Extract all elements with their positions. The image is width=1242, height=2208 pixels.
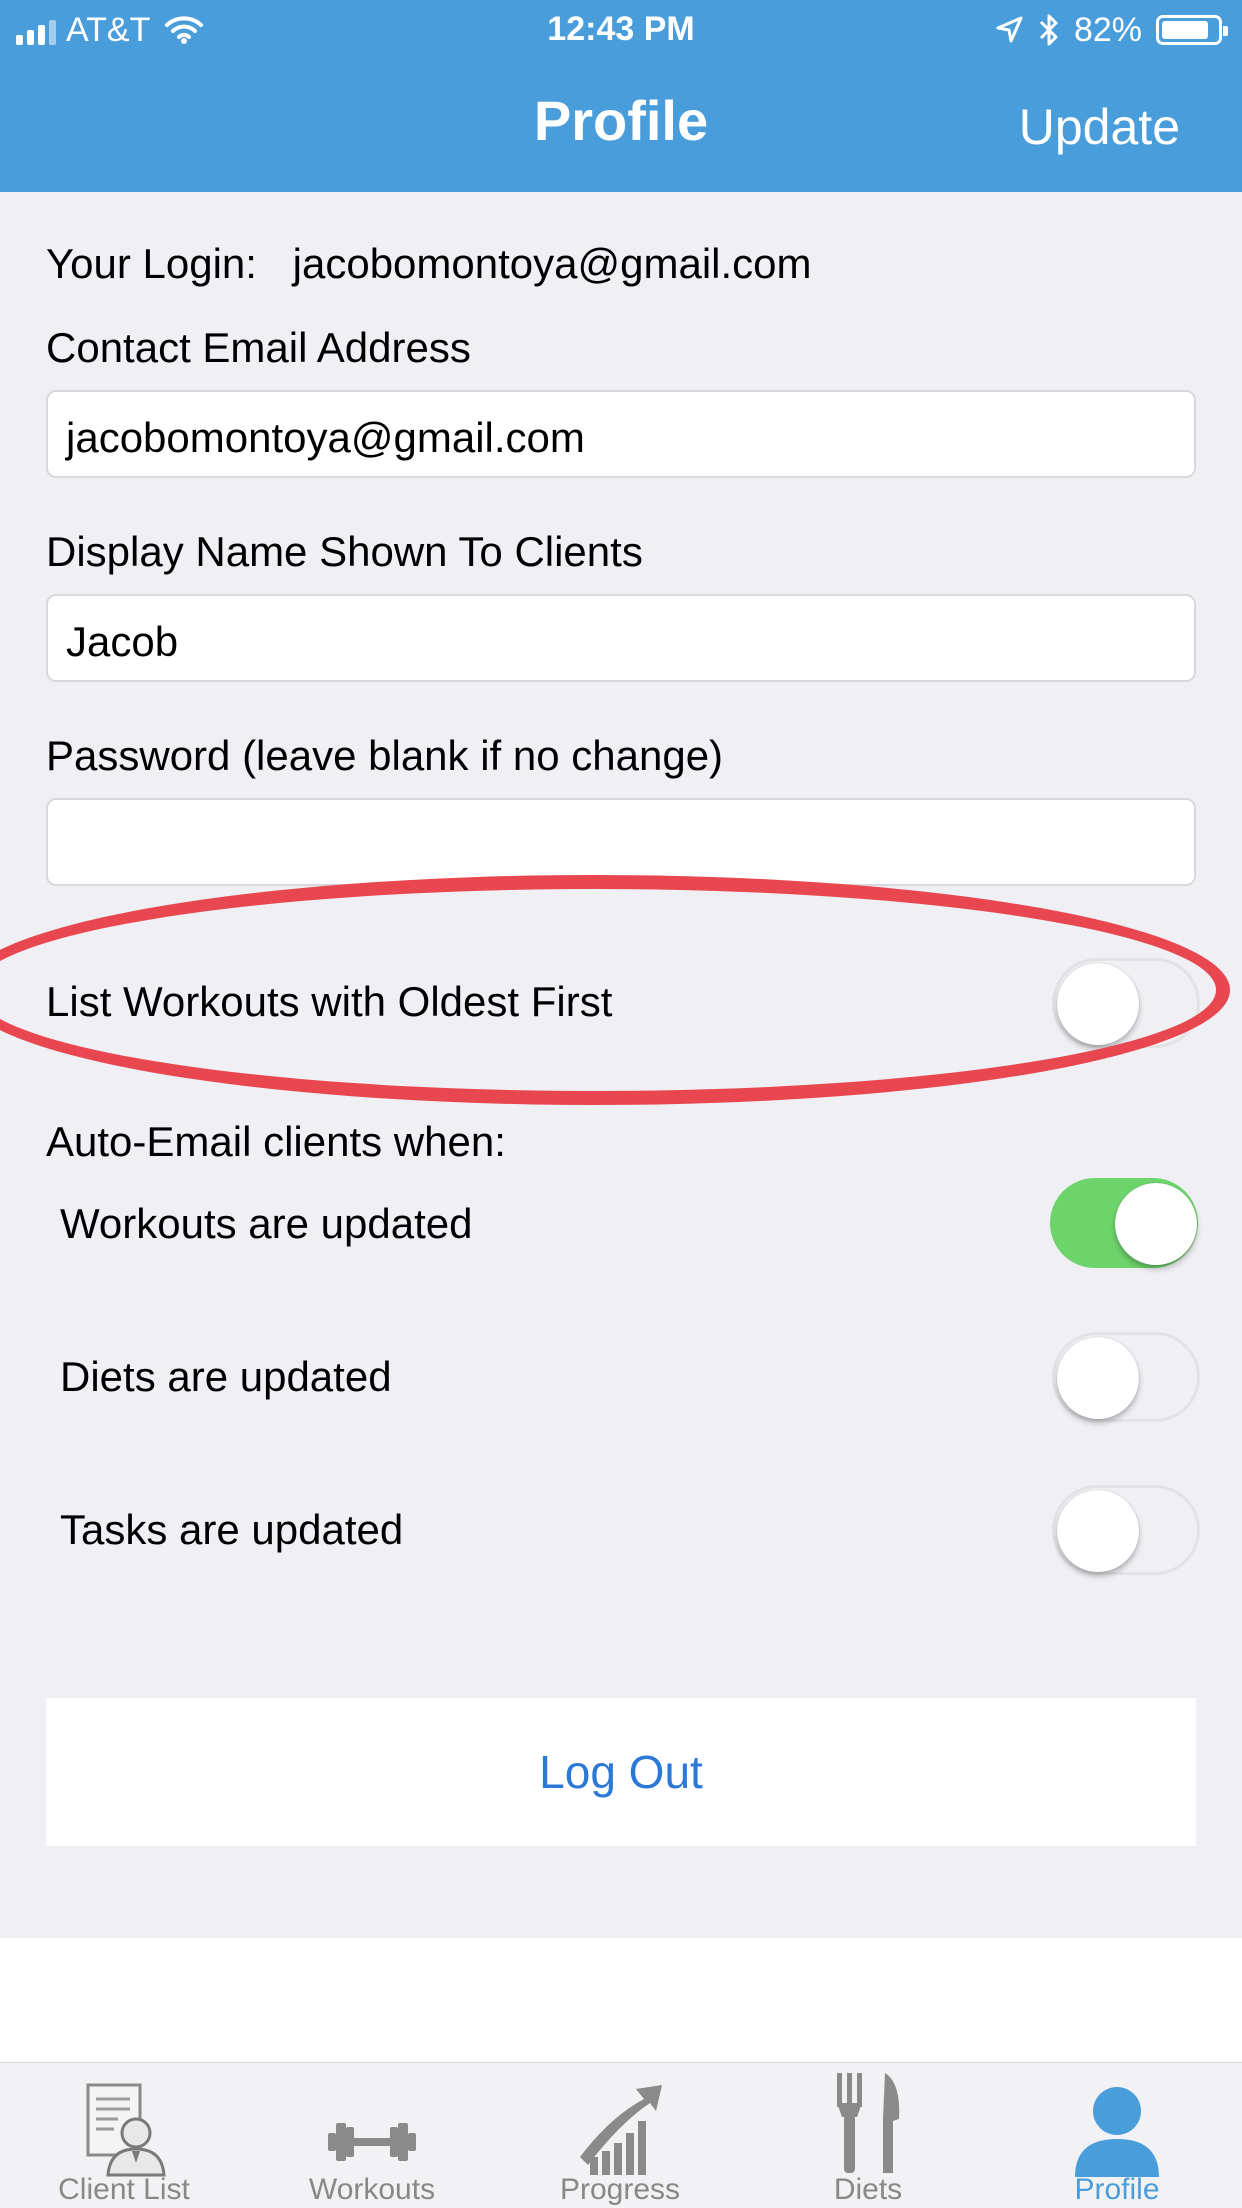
logout-button[interactable]: Log Out xyxy=(46,1698,1196,1846)
auto-email-workouts-toggle[interactable] xyxy=(1050,1178,1198,1268)
auto-email-heading: Auto-Email clients when: xyxy=(46,1118,506,1165)
navigation-bar: AT&T 12:43 PM 82% Profile Update xyxy=(0,0,1242,192)
tab-diets[interactable]: Diets xyxy=(744,2063,992,2208)
tab-client-list[interactable]: Client List xyxy=(0,2063,248,2208)
progress-chart-icon xyxy=(580,2085,662,2175)
tab-label: Workouts xyxy=(308,2173,436,2206)
highlight-ring xyxy=(0,875,1230,1105)
status-bar: AT&T 12:43 PM 82% xyxy=(0,0,1242,60)
login-label: Your Login: xyxy=(46,240,257,287)
login-value: jacobomontoya@gmail.com xyxy=(292,240,812,287)
fork-knife-icon xyxy=(837,2073,900,2173)
tab-label: Client List xyxy=(58,2173,190,2206)
auto-email-diets-label: Diets are updated xyxy=(60,1353,392,1400)
person-icon xyxy=(1075,2087,1159,2177)
auto-email-diets-toggle[interactable] xyxy=(1052,1332,1200,1422)
status-right: 82% xyxy=(994,10,1228,50)
tab-bar: Client List Workouts Progress Diets Prof… xyxy=(0,2062,1242,2208)
auto-email-tasks-toggle[interactable] xyxy=(1052,1485,1200,1575)
tab-workouts[interactable]: Workouts xyxy=(248,2063,496,2208)
tab-label: Diets xyxy=(833,2173,903,2206)
auto-email-workouts-label: Workouts are updated xyxy=(60,1200,473,1247)
password-field[interactable] xyxy=(46,798,1196,886)
login-row: Your Login: jacobomontoya@gmail.com xyxy=(46,240,812,288)
toggle-knob xyxy=(1057,1490,1139,1572)
tab-progress[interactable]: Progress xyxy=(496,2063,744,2208)
profile-form: Your Login: jacobomontoya@gmail.com Cont… xyxy=(0,192,1242,1938)
update-button[interactable]: Update xyxy=(1019,98,1180,156)
dumbbell-icon xyxy=(328,2123,416,2161)
display-name-field[interactable]: Jacob xyxy=(46,594,1196,682)
tab-profile[interactable]: Profile xyxy=(992,2063,1242,2208)
tab-label: Profile xyxy=(1074,2173,1160,2206)
auto-email-tasks-label: Tasks are updated xyxy=(60,1506,404,1553)
client-list-icon xyxy=(86,2083,166,2177)
location-arrow-icon xyxy=(996,16,1023,43)
contact-email-label: Contact Email Address xyxy=(46,324,471,371)
display-name-label: Display Name Shown To Clients xyxy=(46,528,643,575)
tab-label: Progress xyxy=(559,2173,681,2206)
battery-percent: 82% xyxy=(1073,10,1142,49)
bluetooth-icon xyxy=(1039,14,1058,46)
contact-email-field[interactable]: jacobomontoya@gmail.com xyxy=(46,390,1196,478)
bottom-spacer xyxy=(0,1938,1242,2062)
toggle-knob xyxy=(1115,1183,1197,1265)
battery-icon xyxy=(1156,15,1228,45)
password-label: Password (leave blank if no change) xyxy=(46,732,724,779)
toggle-knob xyxy=(1057,1337,1139,1419)
